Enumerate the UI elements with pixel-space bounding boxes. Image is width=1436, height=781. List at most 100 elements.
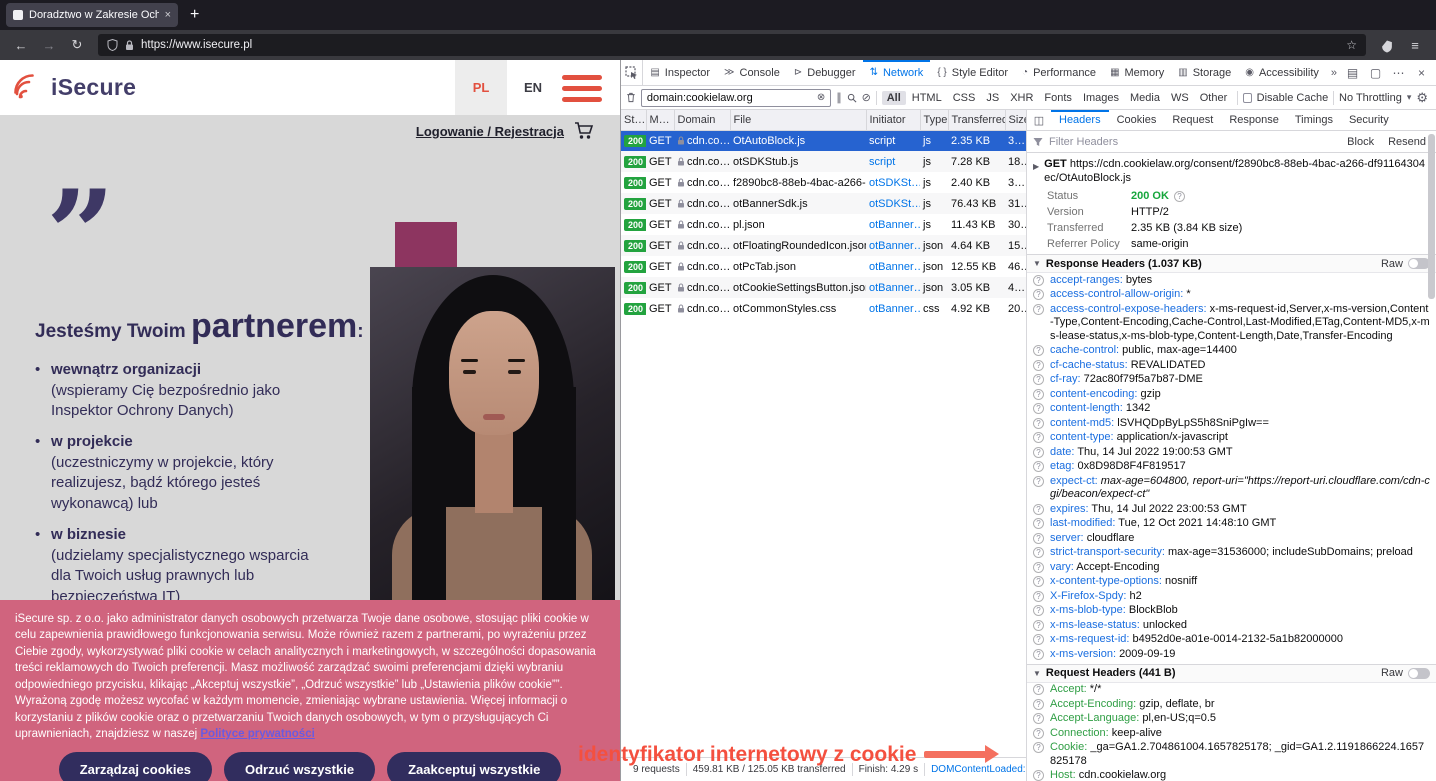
lock-icon[interactable] <box>125 40 134 51</box>
devtools-tab-memory[interactable]: ▦Memory <box>1103 60 1171 85</box>
header-info-icon[interactable]: ? <box>1033 728 1044 739</box>
type-filter-ws[interactable]: WS <box>1166 91 1194 105</box>
reload-button[interactable]: ↻ <box>64 37 90 53</box>
responsive-mode-icon[interactable]: ▢ <box>1365 66 1386 80</box>
devtools-tab-style-editor[interactable]: { }Style Editor <box>930 60 1015 85</box>
header-info-icon[interactable]: ? <box>1033 562 1044 573</box>
lang-pl-button[interactable]: PL <box>455 60 507 115</box>
header-info-icon[interactable]: ? <box>1033 684 1044 695</box>
column-header[interactable]: Size <box>1005 110 1026 130</box>
details-tab-request[interactable]: Request <box>1164 110 1221 130</box>
browser-tab[interactable]: Doradztwo w Zakresie Ochrony Dany × <box>6 3 178 27</box>
tracking-shield-icon[interactable] <box>107 39 118 51</box>
account-shield-icon[interactable] <box>1374 37 1400 52</box>
header-info-icon[interactable]: ? <box>1033 374 1044 385</box>
header-info-icon[interactable]: ? <box>1033 304 1044 315</box>
details-tab-headers[interactable]: Headers <box>1051 110 1109 130</box>
network-request-row[interactable]: 200GETcdn.co…otFloatingRoundedIcon.jsono… <box>621 235 1026 256</box>
devtools-menu-icon[interactable]: ⋯ <box>1388 66 1409 80</box>
network-request-row[interactable]: 200GETcdn.co…OtAutoBlock.jsscriptjs2.35 … <box>621 130 1026 151</box>
table-header-row[interactable]: St…M…DomainFileInitiatorTypeTransferredS… <box>621 110 1026 130</box>
header-info-icon[interactable]: ? <box>1033 634 1044 645</box>
column-header[interactable]: St… <box>621 110 646 130</box>
privacy-policy-link[interactable]: Polityce prywatności <box>200 728 314 740</box>
devtools-tab-console[interactable]: ≫Console <box>717 60 787 85</box>
column-header[interactable]: Domain <box>674 110 730 130</box>
lang-en-button[interactable]: EN <box>507 60 559 115</box>
login-link[interactable]: Logowanie / Rejestracja <box>416 124 564 139</box>
network-request-row[interactable]: 200GETcdn.co…otPcTab.jsonotBanner…json12… <box>621 256 1026 277</box>
header-info-icon[interactable]: ? <box>1033 547 1044 558</box>
devtools-tab-storage[interactable]: ▥Storage <box>1171 60 1238 85</box>
block-request-icon[interactable]: ⊘ <box>862 91 871 104</box>
request-headers-section-bar[interactable]: ▼ Request Headers (441 B) Raw <box>1027 664 1436 683</box>
type-filter-js[interactable]: JS <box>981 91 1004 105</box>
header-info-icon[interactable]: ? <box>1033 605 1044 616</box>
details-tab-security[interactable]: Security <box>1341 110 1397 130</box>
network-request-row[interactable]: 200GETcdn.co…pl.jsonotBanner…js11.43 KB3… <box>621 214 1026 235</box>
site-menu-icon[interactable] <box>562 75 602 108</box>
type-filter-fonts[interactable]: Fonts <box>1039 91 1077 105</box>
status-info-icon[interactable]: ? <box>1174 191 1185 202</box>
header-info-icon[interactable]: ? <box>1033 699 1044 710</box>
response-headers-section-bar[interactable]: ▼ Response Headers (1.037 KB) Raw <box>1027 254 1436 273</box>
forward-button[interactable]: → <box>36 38 62 53</box>
app-menu-icon[interactable]: ≡ <box>1402 38 1428 53</box>
devtools-tab-debugger[interactable]: ⊳Debugger <box>787 60 863 85</box>
network-request-row[interactable]: 200GETcdn.co…otBannerSdk.jsotSDKSt…js76.… <box>621 193 1026 214</box>
site-logo[interactable]: iSecure <box>14 73 136 103</box>
filter-headers-input[interactable]: Filter Headers <box>1049 136 1337 148</box>
throttling-select[interactable]: No Throttling <box>1339 92 1402 104</box>
dock-panel-icon[interactable]: ◫ <box>1027 110 1051 130</box>
cart-icon[interactable] <box>574 122 594 140</box>
close-devtools-icon[interactable]: × <box>1411 66 1432 80</box>
network-request-row[interactable]: 200GETcdn.co…f2890bc8-88eb-4bac-a266-df9… <box>621 172 1026 193</box>
header-info-icon[interactable]: ? <box>1033 403 1044 414</box>
devtools-tab-performance[interactable]: ◔Performance <box>1015 60 1103 85</box>
column-header[interactable]: File <box>730 110 866 130</box>
column-header[interactable]: Initiator <box>866 110 920 130</box>
header-info-icon[interactable]: ? <box>1033 620 1044 631</box>
request-url-line[interactable]: ▶ GET https://cdn.cookielaw.org/consent/… <box>1027 156 1436 188</box>
details-tab-timings[interactable]: Timings <box>1287 110 1341 130</box>
url-bar[interactable]: https://www.isecure.pl ☆ <box>98 34 1366 56</box>
raw-toggle[interactable] <box>1408 258 1430 269</box>
block-button[interactable]: Block <box>1343 136 1378 148</box>
clear-requests-trash-icon[interactable] <box>626 91 636 104</box>
network-request-row[interactable]: 200GETcdn.co…otSDKStub.jsscriptjs7.28 KB… <box>621 151 1026 172</box>
raw-toggle[interactable] <box>1408 668 1430 679</box>
header-info-icon[interactable]: ? <box>1033 518 1044 529</box>
header-info-icon[interactable]: ? <box>1033 360 1044 371</box>
expand-caret-icon[interactable]: ▶ <box>1033 160 1039 185</box>
type-filter-media[interactable]: Media <box>1125 91 1165 105</box>
header-info-icon[interactable]: ? <box>1033 591 1044 602</box>
pick-element-button[interactable] <box>621 60 643 85</box>
network-settings-gear-icon[interactable]: ⚙ <box>1416 90 1431 106</box>
back-button[interactable]: ← <box>8 38 34 53</box>
details-tab-response[interactable]: Response <box>1221 110 1287 130</box>
header-info-icon[interactable]: ? <box>1033 275 1044 286</box>
header-info-icon[interactable]: ? <box>1033 447 1044 458</box>
type-filter-xhr[interactable]: XHR <box>1005 91 1038 105</box>
devtools-tab-inspector[interactable]: ▤Inspector <box>643 60 717 85</box>
clear-filter-icon[interactable]: ⊗ <box>817 92 825 103</box>
resend-button[interactable]: Resend <box>1384 136 1430 148</box>
accept-all-button[interactable]: Zaakceptuj wszystkie <box>387 752 561 781</box>
header-info-icon[interactable]: ? <box>1033 713 1044 724</box>
search-icon[interactable] <box>847 92 857 104</box>
header-info-icon[interactable]: ? <box>1033 289 1044 300</box>
header-info-icon[interactable]: ? <box>1033 461 1044 472</box>
type-filter-other[interactable]: Other <box>1195 91 1233 105</box>
split-console-icon[interactable]: ▤ <box>1342 66 1363 80</box>
pause-traffic-icon[interactable]: ∥ <box>836 91 842 104</box>
header-info-icon[interactable]: ? <box>1033 649 1044 660</box>
devtools-tab-accessibility[interactable]: ◉Accessibility <box>1238 60 1326 85</box>
column-header[interactable]: M… <box>646 110 674 130</box>
type-filter-html[interactable]: HTML <box>907 91 947 105</box>
details-tab-cookies[interactable]: Cookies <box>1109 110 1165 130</box>
new-tab-button[interactable]: + <box>190 6 199 24</box>
header-info-icon[interactable]: ? <box>1033 504 1044 515</box>
network-request-row[interactable]: 200GETcdn.co…otCookieSettingsButton.json… <box>621 277 1026 298</box>
type-filter-css[interactable]: CSS <box>948 91 981 105</box>
url-filter-input[interactable]: domain:cookielaw.org ⊗ <box>641 89 831 107</box>
